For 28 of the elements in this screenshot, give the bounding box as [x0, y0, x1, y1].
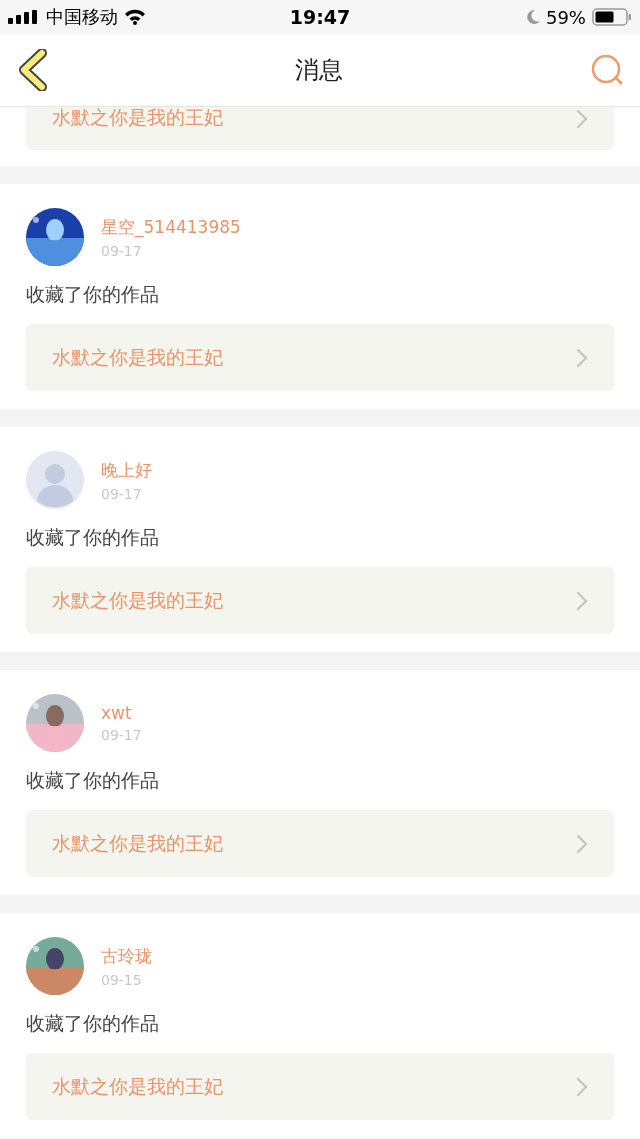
wifi-icon [124, 9, 146, 25]
message-text: 收藏了你的作品 [26, 768, 159, 793]
message-text: 收藏了你的作品 [26, 282, 159, 307]
message-text: 收藏了你的作品 [26, 1011, 159, 1036]
user-name[interactable]: 古玲珑 [101, 944, 152, 968]
work-link[interactable]: 水默之你是我的王妃 [26, 1053, 614, 1120]
default-avatar-icon [26, 451, 84, 509]
work-link[interactable]: 水默之你是我的王妃 [26, 567, 614, 634]
user-name[interactable]: xwt [101, 703, 142, 723]
message-text: 收藏了你的作品 [26, 525, 159, 550]
back-button[interactable] [16, 49, 48, 91]
user-name[interactable]: 星空_514413985 [101, 215, 241, 239]
battery-icon [592, 8, 632, 26]
moon-icon [525, 9, 540, 25]
work-link[interactable]: 水默之你是我的王妃 [26, 107, 614, 150]
chevron-right-icon [576, 347, 588, 368]
clock-time: 19:47 [289, 6, 351, 28]
user-name[interactable]: 晚上好 [101, 458, 152, 482]
battery-percent: 59% [545, 6, 586, 28]
chevron-right-icon [576, 1076, 588, 1097]
chevron-right-icon [576, 590, 588, 611]
chevron-right-icon [576, 109, 588, 129]
chevron-right-icon [576, 833, 588, 854]
work-link[interactable]: 水默之你是我的王妃 [26, 810, 614, 877]
carrier-name: 中国移动 [46, 5, 118, 29]
work-link[interactable]: 水默之你是我的王妃 [26, 324, 614, 391]
signal-icon [8, 10, 40, 24]
page-title: 消息 [295, 55, 343, 86]
